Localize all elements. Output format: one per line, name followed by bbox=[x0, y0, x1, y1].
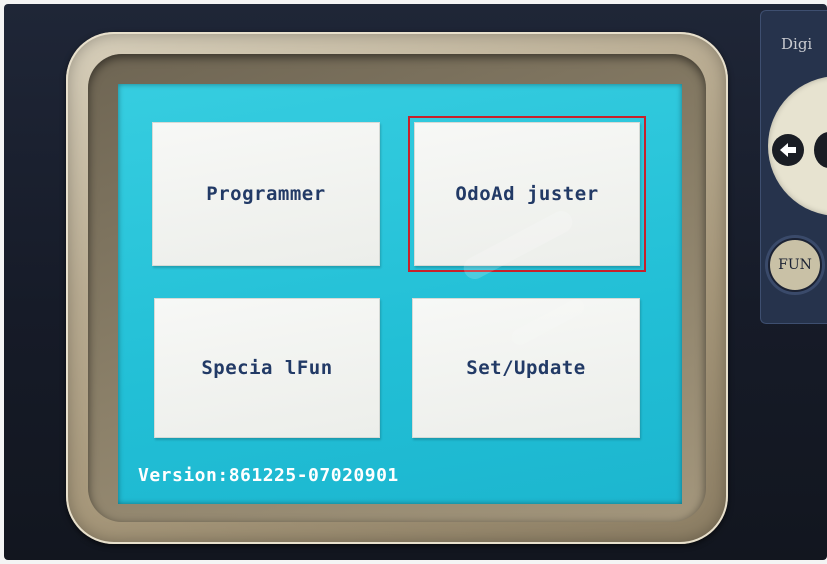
device-photo: Programmer OdoAd juster Specia lFun Set/… bbox=[0, 0, 827, 564]
left-arrow-icon bbox=[780, 143, 796, 157]
set-update-button[interactable]: Set/Update bbox=[412, 298, 640, 438]
lcd-screen: Programmer OdoAd juster Specia lFun Set/… bbox=[118, 84, 682, 504]
set-update-label: Set/Update bbox=[466, 357, 586, 379]
odoadjuster-label: OdoAd juster bbox=[455, 183, 599, 205]
fun-button[interactable]: FUN bbox=[768, 238, 822, 292]
programmer-label: Programmer bbox=[206, 183, 326, 205]
odoadjuster-button[interactable]: OdoAd juster bbox=[408, 116, 646, 272]
fun-button-label: FUN bbox=[778, 257, 812, 273]
side-panel-title: Digi bbox=[781, 35, 813, 53]
specialfun-label: Specia lFun bbox=[201, 357, 333, 379]
specialfun-button[interactable]: Specia lFun bbox=[154, 298, 380, 438]
version-text: Version:861225-07020901 bbox=[138, 465, 399, 486]
programmer-button[interactable]: Programmer bbox=[152, 122, 380, 266]
left-arrow-button[interactable] bbox=[772, 134, 804, 166]
